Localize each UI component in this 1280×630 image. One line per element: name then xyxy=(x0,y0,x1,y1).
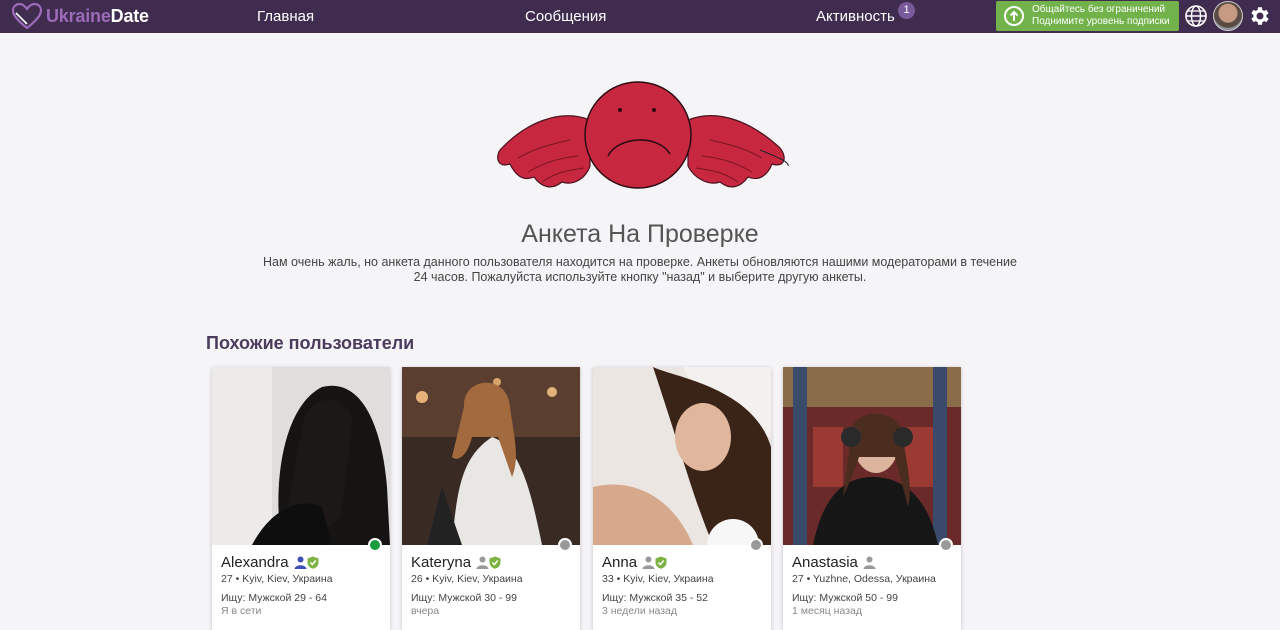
verified-shield-icon xyxy=(489,556,501,569)
user-card-anastasia[interactable]: Anastasia 27 • Yuzhne, Odessa, Украина И… xyxy=(783,367,961,630)
verified-shield-icon xyxy=(307,556,319,569)
heart-logo-icon xyxy=(12,3,42,30)
user-location: 33 • Kyiv, Kiev, Украина xyxy=(602,573,714,585)
user-card-anna[interactable]: Anna 33 • Kyiv, Kiev, Украина Ищу: Мужск… xyxy=(593,367,771,630)
arrow-up-circle-icon xyxy=(1004,6,1024,26)
user-avatar[interactable] xyxy=(1213,1,1243,31)
offline-status-dot xyxy=(749,538,763,552)
user-name: Alexandra xyxy=(221,554,289,571)
user-icon xyxy=(476,556,489,569)
user-seeking: Ищу: Мужской 30 - 99 xyxy=(411,592,517,604)
user-photo[interactable] xyxy=(593,367,771,545)
globe-language-icon[interactable] xyxy=(1184,4,1208,28)
user-icon xyxy=(294,556,307,569)
brand-logo[interactable]: UkraineDate xyxy=(12,3,149,30)
user-card-kateryna[interactable]: Kateryna 26 • Kyiv, Kiev, Украина Ищу: М… xyxy=(402,367,580,630)
offline-status-dot xyxy=(939,538,953,552)
gear-settings-icon[interactable] xyxy=(1248,4,1272,28)
brand-name: UkraineDate xyxy=(46,6,149,26)
user-seeking: Ищу: Мужской 29 - 64 xyxy=(221,592,327,604)
user-name: Anastasia xyxy=(792,554,858,571)
user-photo[interactable] xyxy=(212,367,390,545)
online-status-dot xyxy=(368,538,382,552)
profile-under-review-description: Нам очень жаль, но анкета данного пользо… xyxy=(263,255,1017,284)
offline-status-dot xyxy=(558,538,572,552)
user-seeking: Ищу: Мужской 50 - 99 xyxy=(792,592,898,604)
activity-count-badge: 1 xyxy=(898,2,915,19)
user-location: 26 • Kyiv, Kiev, Украина xyxy=(411,573,523,585)
nav-home-link[interactable]: Главная xyxy=(257,0,314,33)
top-navbar: UkraineDate Главная Сообщения Активность… xyxy=(0,0,1280,33)
user-icon xyxy=(642,556,655,569)
user-photo[interactable] xyxy=(783,367,961,545)
user-name: Kateryna xyxy=(411,554,472,571)
verified-shield-icon xyxy=(655,556,667,569)
upgrade-subscription-button[interactable]: Общайтесь без ограничений Поднимите уров… xyxy=(996,1,1179,31)
user-icon xyxy=(863,556,876,569)
user-location: 27 • Kyiv, Kiev, Украина xyxy=(221,573,333,585)
similar-users-heading: Похожие пользователи xyxy=(206,333,415,353)
upgrade-text: Общайтесь без ограничений Поднимите уров… xyxy=(1032,4,1170,27)
nav-messages-link[interactable]: Сообщения xyxy=(525,0,606,33)
user-card-alexandra[interactable]: Alexandra 27 • Kyiv, Kiev, Украина Ищу: … xyxy=(212,367,390,630)
user-location: 27 • Yuzhne, Odessa, Украина xyxy=(792,573,936,585)
user-last-seen: Я в сети xyxy=(221,605,262,617)
profile-under-review-title: Анкета На Проверке xyxy=(521,220,759,248)
user-last-seen: вчера xyxy=(411,605,440,617)
user-last-seen: 1 месяц назад xyxy=(792,605,862,617)
user-last-seen: 3 недели назад xyxy=(602,605,677,617)
user-name: Anna xyxy=(602,554,638,571)
user-photo[interactable] xyxy=(402,367,580,545)
sad-winged-face-illustration xyxy=(497,81,789,189)
user-seeking: Ищу: Мужской 35 - 52 xyxy=(602,592,708,604)
nav-activity-link[interactable]: Активность xyxy=(816,0,895,33)
